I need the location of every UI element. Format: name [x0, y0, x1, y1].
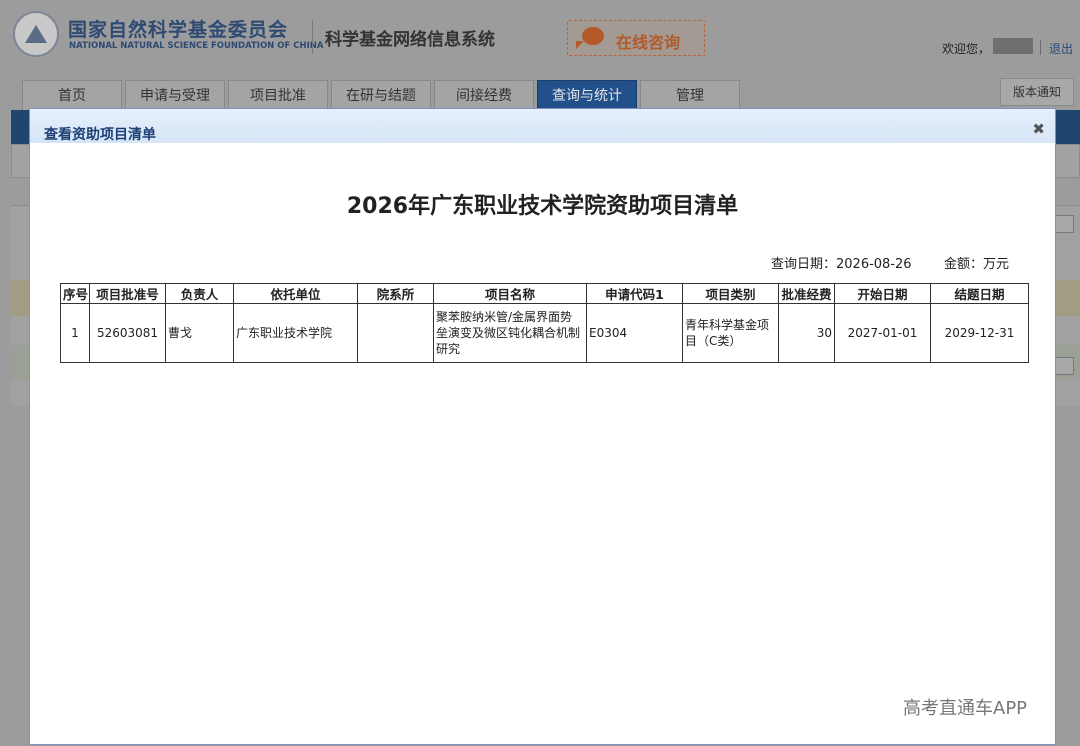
col-header: 负责人 — [165, 283, 234, 304]
cell-code: E0304 — [586, 303, 683, 363]
close-icon[interactable]: ✖ — [1032, 120, 1045, 138]
col-header: 结题日期 — [930, 283, 1029, 304]
report-title: 2026年广东职业技术学院资助项目清单 — [346, 194, 739, 219]
cell-institution: 广东职业技术学院 — [233, 303, 358, 363]
username-redacted — [993, 38, 1033, 54]
cell-end-date: 2029-12-31 — [930, 303, 1029, 363]
welcome-text: 欢迎您， — [942, 42, 991, 56]
tab-home[interactable]: 首页 — [22, 80, 122, 110]
dialog-titlebar: 查看资助项目清单 ✖ — [30, 109, 1055, 143]
watermark: 高考直通车APP — [903, 698, 1028, 719]
tab-indirect-funds[interactable]: 间接经费 — [434, 80, 534, 110]
header-divider — [312, 20, 313, 54]
table-header-row: 序号 项目批准号 负责人 依托单位 院系所 项目名称 申请代码1 项目类别 批准… — [60, 283, 1029, 304]
tab-query-statistics[interactable]: 查询与统计 — [537, 80, 637, 110]
cell-index: 1 — [60, 303, 90, 363]
dialog-title: 查看资助项目清单 — [44, 127, 156, 143]
table-row: 1 52603081 曹戈 广东职业技术学院 聚苯胺纳米管/金属界面势垒演变及微… — [60, 303, 1029, 363]
tab-approval[interactable]: 项目批准 — [228, 80, 328, 110]
cell-funding: 30 — [778, 303, 835, 363]
col-header: 项目类别 — [682, 283, 779, 304]
system-title: 科学基金网络信息系统 — [325, 30, 495, 50]
tab-management[interactable]: 管理 — [640, 80, 740, 110]
col-header: 序号 — [60, 283, 90, 304]
tab-ongoing[interactable]: 在研与结题 — [331, 80, 431, 110]
cell-start-date: 2027-01-01 — [834, 303, 931, 363]
welcome-divider — [1040, 40, 1041, 55]
col-header: 申请代码1 — [586, 283, 683, 304]
cell-department — [357, 303, 434, 363]
cell-approval-no: 52603081 — [89, 303, 166, 363]
nsfc-logo — [13, 11, 59, 57]
online-consult-button[interactable]: 在线咨询 — [567, 20, 705, 56]
col-header: 项目批准号 — [89, 283, 166, 304]
funded-projects-dialog: 查看资助项目清单 ✖ 2026年广东职业技术学院资助项目清单 查询日期：2026… — [29, 108, 1056, 745]
tab-application[interactable]: 申请与受理 — [125, 80, 225, 110]
col-header: 院系所 — [357, 283, 434, 304]
logout-link[interactable]: 退出 — [1049, 40, 1073, 57]
col-header: 依托单位 — [233, 283, 358, 304]
amount-unit: 金额：万元 — [944, 257, 1010, 272]
org-name-cn: 国家自然科学基金委员会 — [68, 19, 289, 41]
chat-bubble-icon — [576, 27, 604, 49]
site-header: 国家自然科学基金委员会 NATIONAL NATURAL SCIENCE FOU… — [0, 0, 1080, 78]
cell-pi: 曹戈 — [165, 303, 234, 363]
dialog-body: 2026年广东职业技术学院资助项目清单 查询日期：2026-08-26 金额：万… — [30, 143, 1055, 746]
online-consult-label: 在线咨询 — [616, 33, 681, 52]
cell-project-name: 聚苯胺纳米管/金属界面势垒演变及微区钝化耦合机制研究 — [433, 303, 587, 363]
version-notice-button[interactable]: 版本通知 — [1000, 78, 1074, 106]
col-header: 批准经费 — [778, 283, 835, 304]
org-name-en: NATIONAL NATURAL SCIENCE FOUNDATION OF C… — [69, 41, 324, 51]
query-date: 查询日期：2026-08-26 — [771, 257, 912, 272]
col-header: 开始日期 — [834, 283, 931, 304]
funded-projects-table: 序号 项目批准号 负责人 依托单位 院系所 项目名称 申请代码1 项目类别 批准… — [60, 283, 1029, 363]
cell-category: 青年科学基金项目（C类） — [682, 303, 779, 363]
col-header: 项目名称 — [433, 283, 587, 304]
